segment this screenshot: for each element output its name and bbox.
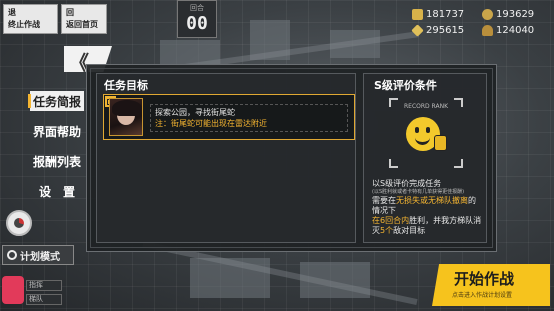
return-home-label: 返回首页 [66,20,98,29]
manpower-icon [412,8,423,20]
s-rank-note: (以S胜利就或者卡特有几单获得更佳报酬) [372,189,465,195]
manpower-value: 181737 [426,8,465,20]
objective-card: 探索公园，寻找街尾蛇 注：街尾蛇可能出现在雷达附近 [103,94,355,140]
s-rank-complete: 以S级评价完成任务 [372,179,442,188]
thumbs-up-icon [434,135,447,151]
start-battle-button[interactable]: 开始作战 点击进入作战计划设置 [432,264,550,306]
resource-panel: 181737 193629 295615 124040 [411,6,548,38]
menu-item-label: 设 置 [38,184,75,199]
turn-counter: 回合 00 [177,0,217,38]
record-rank-frame: RECORD RANK [389,98,463,168]
cond-text: 需要在 [372,196,396,205]
cond-highlight: 无损失或无梯队撤离 [396,196,468,205]
menu-settings[interactable]: 设 置 [30,181,84,201]
mission-briefing-dialog: 任务目标 探索公园，寻找街尾蛇 注：街尾蛇可能出现在雷达附近 S级评价条件 RE… [86,64,497,252]
plan-mode-icon [7,250,17,260]
record-rank-label: RECORD RANK [403,103,449,110]
terminate-battle-button[interactable]: 退 终止作战 [3,4,58,34]
objective-note: 注：街尾蛇可能出现在雷达附近 [155,119,267,128]
rations-icon [411,23,424,37]
menu-reward-list[interactable]: 报酬列表 [30,151,84,171]
target-portrait [109,98,143,136]
unit-status-tag: 梯队 [26,294,62,305]
radar-dial-icon[interactable] [6,210,32,236]
parts-value: 124040 [496,24,535,36]
objective-section: 任务目标 探索公园，寻找街尾蛇 注：街尾蛇可能出现在雷达附近 [96,73,356,243]
s-rank-section: S级评价条件 RECORD RANK 以S级评价完成任务 (以S胜利就或者卡特有… [363,73,487,243]
turn-value: 00 [186,13,208,34]
menu-interface-help[interactable]: 界面帮助 [30,121,84,141]
parts-icon [482,24,493,36]
menu-mission-briefing[interactable]: 任务简报 [28,91,84,111]
plan-mode-label: 计划模式 [20,251,60,263]
cond-text: 敌对目标 [393,226,426,235]
plan-mode-button[interactable]: 计划模式 [2,245,74,265]
menu-item-label: 界面帮助 [32,124,81,139]
s-rank-conditions: 以S级评价完成任务 (以S胜利就或者卡特有几单获得更佳报酬) 需要在无损失或无梯… [372,179,482,236]
condition-a: 需要在无损失或无梯队撤离的情况下 [372,196,482,216]
cond-highlight: 5个 [380,226,394,235]
start-battle-subtitle: 点击进入作战计划设置 [452,292,513,299]
rations-value: 295615 [426,24,465,36]
ammo-icon [482,8,493,20]
frame-corner [389,159,398,168]
s-rank-title: S级评价条件 [374,79,437,92]
return-home-button[interactable]: 回 返回首页 [61,4,107,34]
unit-status-tag: 指挥 [26,280,62,291]
objective-text: 探索公园，寻找街尾蛇 注：街尾蛇可能出现在雷达附近 [150,104,348,132]
condition-b: 在6回合内胜利，并我方梯队消灭5个敌对目标 [372,216,482,236]
return-home-short: 回 [66,8,74,17]
terminate-battle-label: 终止作战 [8,20,40,29]
terminate-battle-short: 退 [8,8,16,17]
cond-highlight: 在6回合内 [372,216,410,225]
objective-title: 任务目标 [104,79,148,92]
ammo-value: 193629 [496,8,535,20]
turn-label: 回合 [190,4,204,12]
start-battle-label: 开始作战 [454,270,515,288]
echelon-icon[interactable] [2,276,24,304]
menu-item-label: 报酬列表 [32,154,81,169]
frame-corner [454,159,463,168]
menu-item-label: 任务简报 [32,94,81,109]
objective-line: 探索公园，寻找街尾蛇 [155,108,235,117]
